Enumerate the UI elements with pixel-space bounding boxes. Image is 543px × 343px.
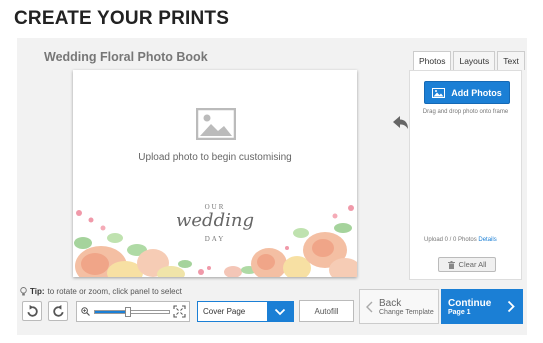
cover-text-wedding: wedding xyxy=(176,210,254,231)
fit-to-frame-icon[interactable] xyxy=(173,305,186,318)
page-select-value: Cover Page xyxy=(203,307,246,316)
book-title: Wedding Floral Photo Book xyxy=(44,50,208,64)
floral-border-art xyxy=(74,205,357,277)
rotate-left-button[interactable] xyxy=(22,301,42,321)
tab-layouts[interactable]: Layouts xyxy=(453,51,496,70)
page-select[interactable]: Cover Page xyxy=(197,301,294,322)
zoom-slider-fill xyxy=(95,311,129,313)
clear-all-label: Clear All xyxy=(458,260,487,269)
zoom-slider[interactable] xyxy=(94,307,170,317)
continue-label: Continue xyxy=(448,297,492,309)
details-link[interactable]: Details xyxy=(478,237,496,243)
trash-icon xyxy=(447,260,455,269)
tip-text: to rotate or zoom, click panel to select xyxy=(47,287,182,296)
photo-icon xyxy=(432,87,446,98)
upload-count: Upload 0 / 0 Photos Details xyxy=(424,237,497,243)
zoom-control xyxy=(76,301,190,322)
cover-canvas[interactable]: Upload photo to begin customising OUR we… xyxy=(73,70,357,277)
photos-panel: Add Photos Drag and drop photo onto fram… xyxy=(409,70,522,280)
rotate-right-icon xyxy=(52,304,64,317)
page-title: CREATE YOUR PRINTS xyxy=(14,8,230,29)
tip-message: Tip: to rotate or zoom, click panel to s… xyxy=(20,287,182,296)
zoom-slider-handle[interactable] xyxy=(125,307,132,317)
continue-sublabel: Page 1 xyxy=(448,308,471,316)
rotate-left-icon xyxy=(26,304,38,317)
rotate-right-button[interactable] xyxy=(48,301,68,321)
chevron-right-icon xyxy=(507,300,515,313)
chevron-left-icon xyxy=(366,301,373,312)
drag-hint: Drag and drop photo onto frame xyxy=(422,109,509,115)
side-panel-tabs: Photos Layouts Text xyxy=(413,51,527,70)
cover-text-day: DAY xyxy=(204,235,226,243)
tab-photos[interactable]: Photos xyxy=(413,51,452,70)
zoom-icon xyxy=(81,307,90,316)
back-button[interactable]: Back Change Template xyxy=(359,289,439,324)
page-select-toggle[interactable] xyxy=(267,302,293,321)
continue-button-text: Continue Page 1 xyxy=(448,298,491,316)
upload-count-text: Upload 0 / 0 Photos xyxy=(424,237,477,243)
upload-prompt: Upload photo to begin customising xyxy=(138,152,292,163)
back-label: Back xyxy=(379,297,402,309)
back-sublabel: Change Template xyxy=(379,308,434,316)
autofill-button[interactable]: Autofill xyxy=(299,300,354,322)
lightbulb-icon xyxy=(20,287,27,296)
chevron-down-icon xyxy=(274,308,286,315)
image-placeholder-icon xyxy=(196,108,236,140)
add-photos-button[interactable]: Add Photos xyxy=(424,81,510,104)
back-button-text: Back Change Template xyxy=(379,298,434,316)
clear-all-button[interactable]: Clear All xyxy=(438,257,496,272)
back-arrow-icon[interactable] xyxy=(390,113,410,133)
tab-text[interactable]: Text xyxy=(497,51,525,70)
tip-label: Tip: xyxy=(30,287,45,296)
add-photos-label: Add Photos xyxy=(451,87,502,98)
continue-button[interactable]: Continue Page 1 xyxy=(441,289,523,324)
